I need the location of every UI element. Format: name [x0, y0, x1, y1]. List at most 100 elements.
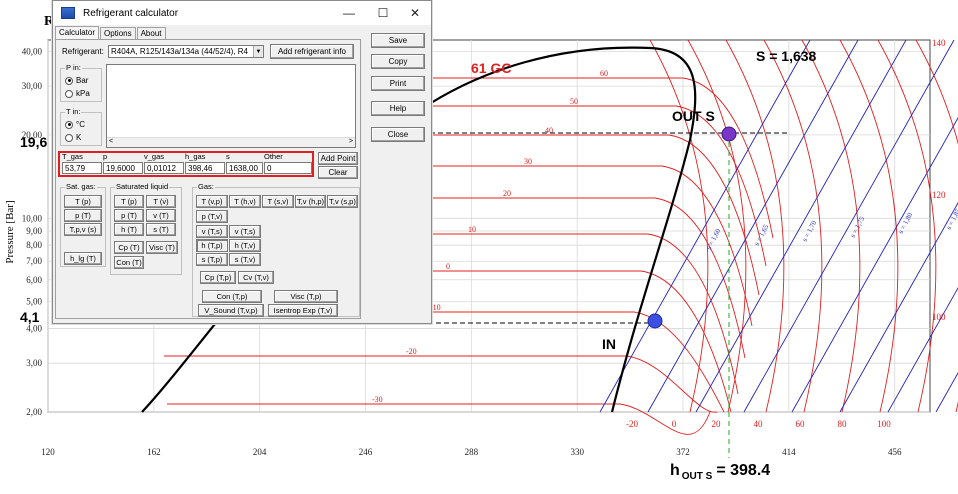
scroll-right-icon[interactable]: >	[349, 138, 353, 145]
gas-con-tp-button[interactable]: Con (T,p)	[202, 290, 262, 303]
t-in-group: T in: °C K	[60, 107, 102, 146]
sat-gas-t-p-button[interactable]: T (p)	[64, 195, 102, 208]
gas-v-ts-button[interactable]: v (T,s)	[196, 225, 228, 238]
window-title: Refrigerant calculator	[83, 7, 179, 19]
refrigerant-value: R404A, R125/143a/134a (44/52/4), R4	[111, 47, 248, 56]
isentrope-line	[743, 39, 955, 413]
gas-isentrop-exp-button[interactable]: Isentrop Exp (T,v)	[268, 304, 338, 317]
close-icon[interactable]: ✕	[399, 1, 431, 25]
gas-s-tv-button[interactable]: s (T,v)	[229, 253, 261, 266]
sat-liq-cp-t-button[interactable]: Cp (T)	[114, 241, 144, 254]
gas-t-hv-button[interactable]: T (h,v)	[229, 195, 261, 208]
radio-bar-label: Bar	[76, 76, 89, 85]
x-tick-label: 372	[676, 447, 690, 457]
bottom-temp-label: 100	[877, 419, 891, 429]
gas-v-sound-button[interactable]: V_Sound (T,v,p)	[198, 304, 264, 317]
copy-button[interactable]: Copy	[371, 54, 425, 69]
gas-t-vp-button[interactable]: T (v,p)	[196, 195, 228, 208]
gc-label: 61 GC	[471, 60, 512, 76]
v-gas-field[interactable]: 0,01012	[144, 162, 184, 174]
y-tick-label: 40,00	[22, 46, 43, 56]
y-tick-label: 10,00	[22, 213, 43, 223]
results-list[interactable]: < >	[106, 64, 356, 148]
t-in-label: T in:	[65, 107, 82, 116]
close-button[interactable]: Close	[371, 127, 425, 142]
sat-gas-tpv-s-button[interactable]: T,p,v (s)	[64, 223, 102, 236]
sat-liq-p-t-button[interactable]: p (T)	[114, 209, 144, 222]
isentrope-line	[599, 39, 811, 413]
maximize-icon[interactable]: ☐	[367, 1, 399, 25]
sat-gas-label: Sat. gas:	[65, 182, 97, 191]
radio-dot[interactable]	[65, 76, 73, 85]
t-gas-field[interactable]: 53,79	[62, 162, 102, 174]
save-button[interactable]: Save	[371, 33, 425, 48]
gas-v-ts-button-2[interactable]: v (T,s)	[229, 225, 261, 238]
tab-calculator[interactable]: Calculator	[55, 26, 100, 39]
gas-p-tv-button[interactable]: p (T,v)	[196, 210, 228, 223]
radio-dot[interactable]	[65, 133, 73, 142]
gas-s-tp-button[interactable]: s (T,p)	[196, 253, 228, 266]
gas-cv-tv-button[interactable]: Cv (T,v)	[238, 271, 274, 284]
right-temp-label: 100	[932, 312, 946, 322]
scroll-left-icon[interactable]: <	[109, 138, 113, 145]
radio-kpa-label: kPa	[76, 89, 90, 98]
out-s-label: OUT S	[672, 108, 715, 124]
sat-liq-t-p-button[interactable]: T (p)	[114, 195, 144, 208]
x-tick-label: 330	[570, 447, 584, 457]
y-axis-label: Pressure [Bar]	[4, 200, 16, 263]
radio-bar[interactable]: Bar	[65, 76, 88, 85]
minimize-icon[interactable]: —	[333, 1, 365, 25]
horizontal-scrollbar[interactable]: < >	[107, 137, 355, 147]
sat-liq-t-v-button[interactable]: T (v)	[146, 195, 176, 208]
sat-liq-h-t-button[interactable]: h (T)	[114, 223, 144, 236]
radio-kpa[interactable]: kPa	[65, 89, 90, 98]
h-gas-field[interactable]: 398,46	[185, 162, 225, 174]
gas-label: Gas:	[197, 182, 215, 191]
gas-h-tp-button[interactable]: h (T,p)	[196, 239, 228, 252]
clear-button[interactable]: Clear	[318, 166, 358, 179]
x-tick-label: 246	[359, 447, 373, 457]
entropy-label: S = 1,638	[756, 48, 817, 64]
sat-liq-visc-t-button[interactable]: Visc (T)	[146, 241, 178, 254]
x-tick-label: 204	[253, 447, 267, 457]
help-button[interactable]: Help	[371, 101, 425, 116]
gas-visc-tp-button[interactable]: Visc (T,p)	[274, 290, 338, 303]
radio-dot[interactable]	[65, 120, 73, 129]
col-h-gas: h_gas	[185, 152, 206, 161]
radio-dot[interactable]	[65, 89, 73, 98]
y-tick-label: 3,00	[26, 358, 42, 368]
add-point-button[interactable]: Add Point	[318, 152, 358, 165]
sat-liquid-label: Saturated liquid	[115, 182, 170, 191]
gas-h-tv-button[interactable]: h (T,v)	[229, 239, 261, 252]
h-lg-button[interactable]: h_lg (T)	[64, 252, 102, 265]
sat-liq-con-t-button[interactable]: Con (T)	[114, 256, 144, 269]
s-field[interactable]: 1638,00	[226, 162, 263, 174]
print-button[interactable]: Print	[371, 76, 425, 91]
sat-gas-p-t-button[interactable]: p (T)	[64, 209, 102, 222]
y-tick-label: 7,00	[26, 256, 42, 266]
refrigerant-select[interactable]: R404A, R125/143a/134a (44/52/4), R4 ▼	[108, 45, 264, 58]
bottom-temp-label: 60	[796, 419, 806, 429]
sat-liq-v-t-button[interactable]: v (T)	[146, 209, 176, 222]
sat-liq-s-t-button[interactable]: s (T)	[146, 223, 176, 236]
gas-tv-hp-button[interactable]: T,v (h,p)	[295, 195, 326, 208]
gas-t-sv-button[interactable]: T (s,v)	[262, 195, 294, 208]
radio-kelvin[interactable]: K	[65, 133, 81, 142]
right-temp-label: 120	[932, 190, 946, 200]
gas-cp-tp-button[interactable]: Cp (T,p)	[200, 271, 236, 284]
radio-celsius-label: °C	[76, 120, 85, 129]
x-tick-label: 456	[888, 447, 902, 457]
radio-celsius[interactable]: °C	[65, 120, 85, 129]
enthalpy-value: = 398.4	[716, 462, 771, 479]
chevron-down-icon[interactable]: ▼	[253, 46, 263, 57]
enthalpy-subscript: OUT S	[681, 471, 713, 482]
isentrope-line	[695, 39, 907, 413]
p-field[interactable]: 19,6000	[103, 162, 143, 174]
radio-kelvin-label: K	[76, 133, 82, 142]
y-tick-label: 6,00	[26, 275, 42, 285]
gas-tv-sp-button[interactable]: T,v (s,p)	[327, 195, 358, 208]
isentrope-line	[647, 39, 859, 413]
other-field[interactable]: 0	[264, 162, 312, 174]
col-p: p	[103, 152, 108, 161]
add-refrigerant-info-button[interactable]: Add refrigerant info	[270, 44, 354, 59]
